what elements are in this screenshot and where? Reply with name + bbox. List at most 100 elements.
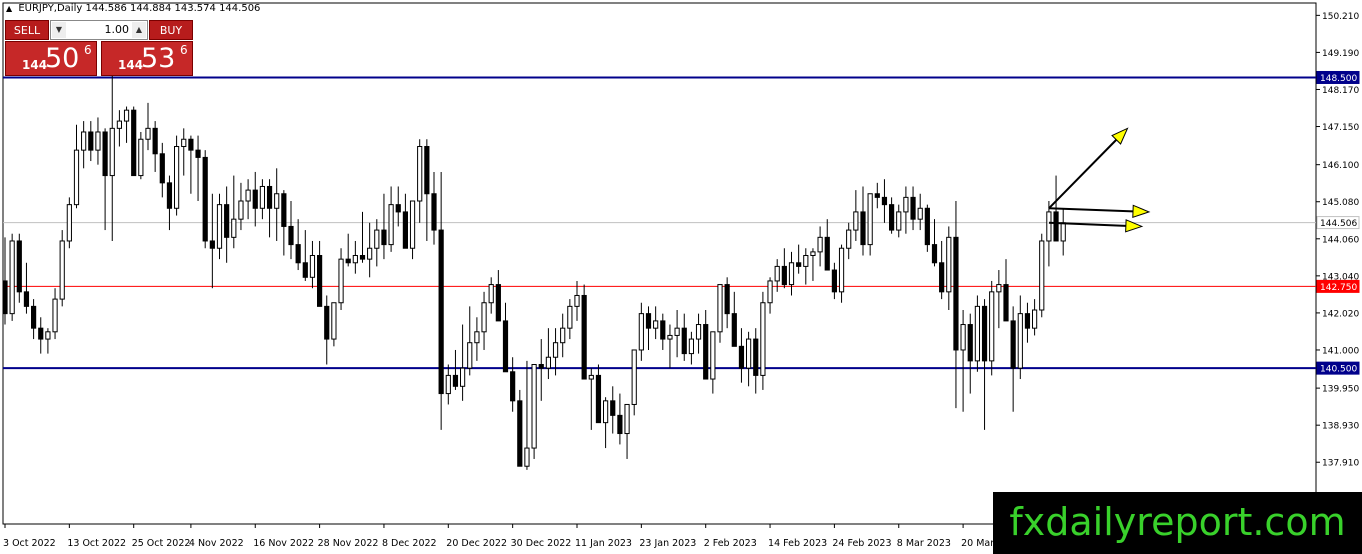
candle-body bbox=[123, 109, 130, 122]
candle-body bbox=[145, 127, 151, 140]
candle-body bbox=[281, 193, 287, 227]
candle-body bbox=[610, 400, 616, 416]
candle-body bbox=[703, 324, 709, 380]
buy-button[interactable]: BUY bbox=[149, 20, 193, 40]
candle bbox=[517, 389, 523, 467]
candle-body bbox=[803, 255, 809, 267]
candle-body bbox=[760, 302, 766, 376]
candle-body bbox=[45, 331, 51, 340]
candle-body bbox=[667, 334, 673, 340]
lot-size-stepper[interactable]: ▼ 1.00 ▲ bbox=[50, 20, 148, 40]
candle-body bbox=[3, 280, 8, 315]
candle-body bbox=[1039, 240, 1045, 311]
candle-body bbox=[1053, 211, 1059, 242]
candle-body bbox=[674, 327, 680, 336]
sell-price-box[interactable]: 144 50 6 bbox=[5, 41, 97, 76]
candle-body bbox=[216, 204, 223, 249]
candle-body bbox=[681, 327, 687, 355]
collapse-triangle-icon[interactable]: ▲ bbox=[6, 4, 12, 13]
candle-body bbox=[567, 305, 573, 329]
candle-body bbox=[903, 196, 909, 213]
candle-body bbox=[996, 284, 1002, 293]
candle-body bbox=[788, 262, 795, 286]
candle-body bbox=[1017, 313, 1023, 369]
x-tick-label: 8 Dec 2022 bbox=[382, 538, 437, 549]
candle-body bbox=[738, 345, 745, 369]
candle-body bbox=[88, 131, 94, 151]
sell-button[interactable]: SELL bbox=[5, 20, 49, 40]
candle-body bbox=[710, 331, 716, 380]
candle-body bbox=[931, 244, 938, 264]
candle-body bbox=[295, 244, 301, 264]
x-tick-label: 2 Feb 2023 bbox=[704, 538, 757, 549]
candle-body bbox=[552, 342, 559, 358]
buy-price-prefix: 144 bbox=[118, 58, 144, 72]
candle-body bbox=[452, 374, 459, 387]
candle-body bbox=[474, 331, 480, 344]
watermark-logo: fxdailyreport.com bbox=[993, 492, 1362, 554]
candle-body bbox=[481, 302, 487, 333]
candle-body bbox=[381, 229, 387, 246]
candle-body bbox=[1024, 313, 1031, 329]
ohlc-values: 144.586 144.884 143.574 144.506 bbox=[85, 3, 261, 14]
candle-body bbox=[688, 338, 694, 355]
candle-body bbox=[66, 204, 72, 242]
y-tick-label: 149.190 bbox=[1322, 49, 1359, 59]
candle-body bbox=[424, 146, 430, 195]
candle-body bbox=[388, 204, 394, 246]
candle-body bbox=[95, 131, 101, 151]
x-tick-label: 13 Oct 2022 bbox=[67, 538, 126, 549]
candle-body bbox=[259, 185, 265, 209]
candle-body bbox=[409, 200, 416, 249]
candle-body bbox=[209, 240, 215, 249]
candle-body bbox=[660, 320, 666, 340]
candle-body bbox=[352, 255, 358, 264]
candle-body bbox=[188, 138, 194, 151]
candle-body bbox=[152, 127, 158, 155]
candle bbox=[66, 197, 72, 249]
candle-body bbox=[252, 189, 258, 209]
candle-body bbox=[202, 156, 208, 242]
sell-price-big: 50 bbox=[45, 43, 80, 74]
candle-body bbox=[159, 153, 165, 184]
candle-body bbox=[838, 247, 845, 293]
candle-body bbox=[1060, 222, 1066, 242]
candle bbox=[581, 284, 587, 380]
candle-body bbox=[395, 204, 401, 213]
candle-body bbox=[846, 229, 852, 249]
candle-body bbox=[338, 258, 344, 304]
y-tick-label: 146.100 bbox=[1322, 161, 1359, 171]
x-tick-label: 4 Nov 2022 bbox=[189, 538, 244, 549]
candle-body bbox=[746, 338, 752, 369]
candle-body bbox=[560, 327, 566, 344]
candle-body bbox=[417, 146, 423, 202]
candle-body bbox=[166, 182, 173, 209]
candle bbox=[1039, 233, 1045, 318]
candle-body bbox=[810, 251, 816, 257]
candle-body bbox=[445, 374, 451, 395]
candle bbox=[174, 135, 180, 216]
lot-decrease-icon[interactable]: ▼ bbox=[52, 22, 66, 38]
candle-body bbox=[731, 313, 737, 347]
x-tick-label: 16 Nov 2022 bbox=[253, 538, 314, 549]
candle-body bbox=[1032, 309, 1038, 329]
candle-body bbox=[16, 240, 22, 293]
sell-price-prefix: 144 bbox=[22, 58, 48, 72]
candle-body bbox=[488, 284, 494, 304]
candle-body bbox=[753, 338, 759, 376]
candle-body bbox=[774, 265, 780, 282]
buy-price-box[interactable]: 144 53 6 bbox=[101, 41, 193, 76]
lot-size-input[interactable]: 1.00 bbox=[69, 22, 130, 38]
candle-body bbox=[181, 138, 187, 148]
candle-body bbox=[1003, 284, 1009, 322]
candle-body bbox=[266, 185, 273, 209]
lot-increase-icon[interactable]: ▲ bbox=[132, 22, 146, 38]
candle-body bbox=[924, 207, 930, 246]
candle-body bbox=[824, 236, 830, 271]
y-tick-label: 138.930 bbox=[1322, 422, 1359, 432]
level-tag-label: 144.506 bbox=[1320, 219, 1357, 229]
candle-body bbox=[588, 374, 594, 380]
candle bbox=[924, 204, 930, 252]
chart-header: ▲ EURJPY,Daily 144.586 144.884 143.574 1… bbox=[6, 3, 260, 14]
candle-body bbox=[617, 414, 623, 435]
